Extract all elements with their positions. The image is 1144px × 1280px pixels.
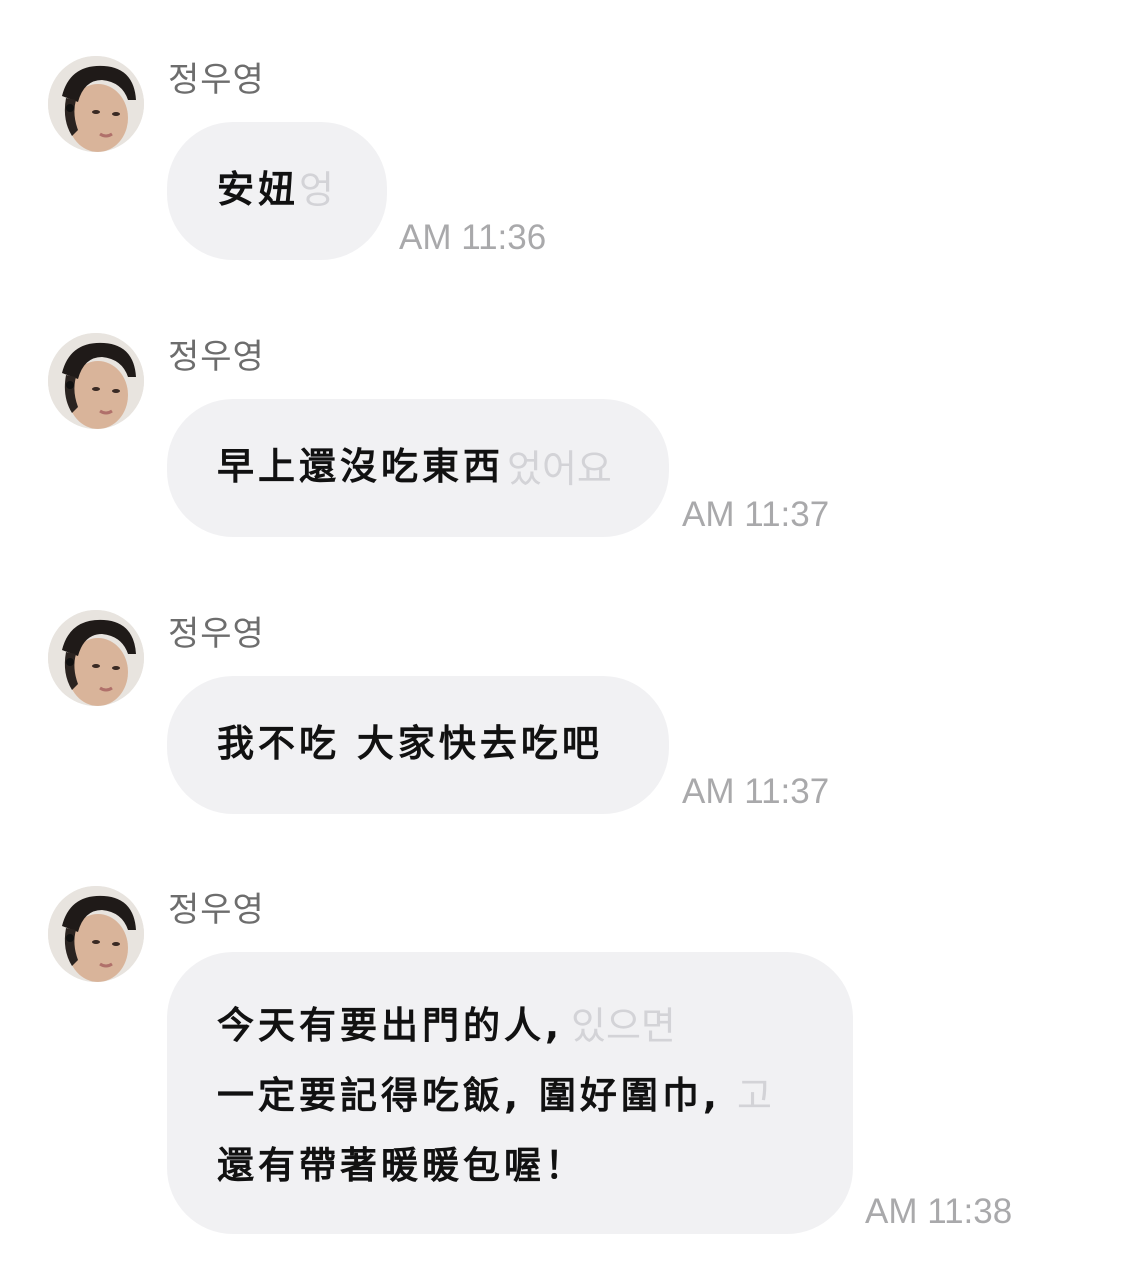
sender-name: 정우영 [168, 614, 265, 654]
message-timestamp: AM 11:37 [682, 772, 830, 811]
message-timestamp: AM 11:37 [682, 495, 830, 534]
avatar[interactable] [48, 610, 144, 706]
faded-original-text: 었어요 [507, 447, 612, 491]
sender-name: 정우영 [168, 337, 265, 377]
message-text: 安妞 [217, 168, 299, 211]
avatar-photo [48, 886, 144, 982]
message-text-line-1: 今天有要出門的人, [217, 1004, 564, 1047]
avatar-photo [48, 610, 144, 706]
avatar-photo [48, 333, 144, 429]
sender-name: 정우영 [168, 890, 265, 930]
faded-original-text: 있으면 [571, 1004, 676, 1048]
faded-original-text: 엉 [299, 168, 334, 212]
message-timestamp: AM 11:38 [865, 1192, 1013, 1231]
message-timestamp: AM 11:36 [399, 218, 547, 257]
message-bubble[interactable]: 었어요 早上還沒吃東西 [167, 399, 669, 537]
message-text: 我不吃 大家快去吃吧 [217, 722, 603, 765]
avatar[interactable] [48, 333, 144, 429]
message-text: 早上還沒吃東西 [217, 445, 504, 488]
avatar-photo [48, 56, 144, 152]
message-bubble[interactable]: 我不吃 大家快去吃吧 [167, 676, 669, 814]
sender-name: 정우영 [168, 60, 265, 100]
avatar[interactable] [48, 886, 144, 982]
message-text-line-3: 還有帶著暖暖包喔！ [217, 1144, 586, 1187]
avatar[interactable] [48, 56, 144, 152]
faded-original-text: 고 [737, 1074, 772, 1118]
message-text-line-2: 一定要記得吃飯, 圍好圍巾, [217, 1074, 721, 1117]
message-bubble[interactable]: 엉 安妞 [167, 122, 387, 260]
message-bubble[interactable]: 있으면 고 今天有要出門的人, 一定要記得吃飯, 圍好圍巾, 還有帶著暖暖包喔！ [167, 952, 853, 1234]
